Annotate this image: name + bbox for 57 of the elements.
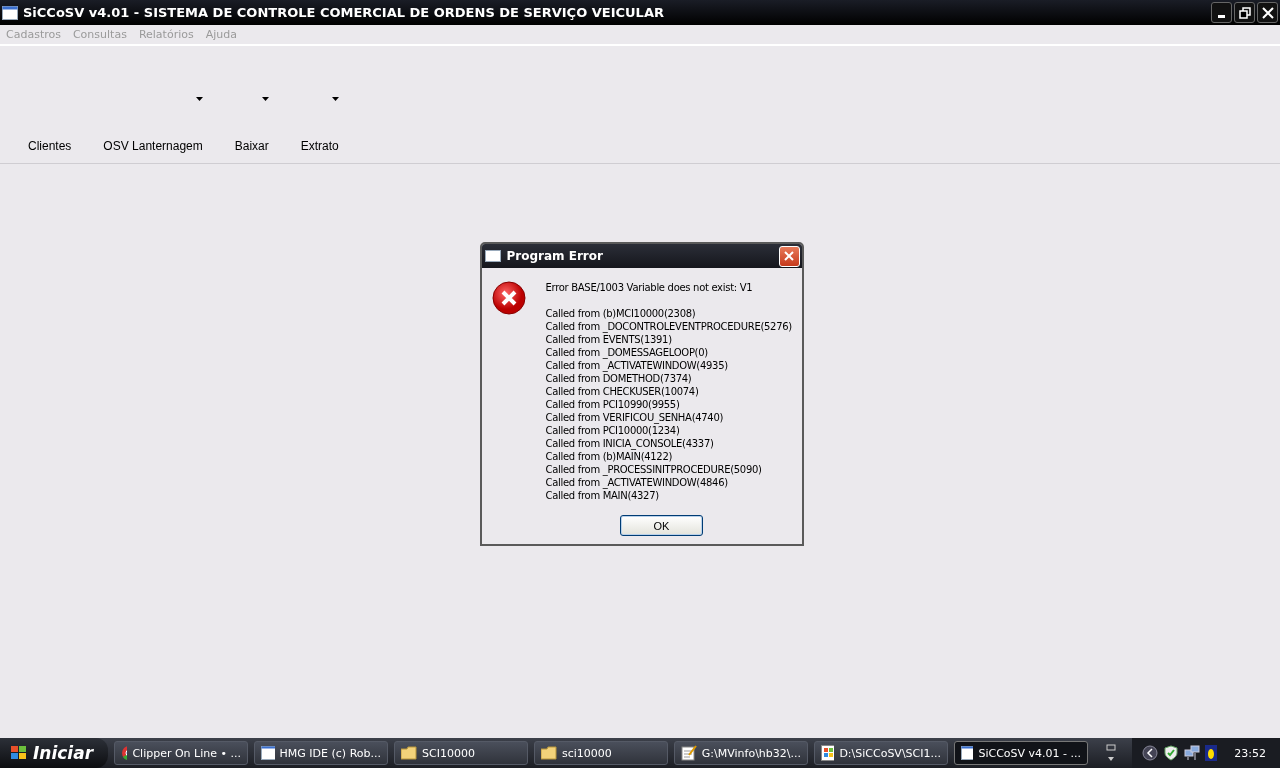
application-icon — [821, 745, 835, 761]
call-stack-line: Called from VERIFICOU_SENHA(4740) — [545, 411, 725, 424]
window-group-icon[interactable] — [1104, 743, 1118, 763]
call-stack-line: Called from MAIN(4327) — [545, 489, 660, 502]
window-icon — [2, 5, 18, 20]
minimize-icon — [1218, 15, 1225, 18]
close-button[interactable] — [1257, 2, 1278, 23]
toolbar-button[interactable]: Extrato — [292, 87, 347, 153]
start-button[interactable]: Iniciar — [0, 738, 108, 768]
chevron-left-icon[interactable] — [1142, 745, 1159, 761]
clock: 23:52 — [1234, 746, 1266, 760]
toolbar-button[interactable]: OSV Lanternagem — [95, 87, 211, 153]
taskbar-button[interactable]: G:\MVinfo\hb32\... — [674, 741, 808, 765]
folder-icon — [541, 746, 557, 760]
dropdown-arrow-icon — [331, 97, 339, 101]
restore-icon — [1238, 6, 1251, 19]
restore-button[interactable] — [1234, 2, 1255, 23]
taskbar-button[interactable]: HMG IDE (c) Rob... — [254, 741, 388, 765]
call-stack-line: Called from _ACTIVATEWINDOW(4846) — [545, 476, 729, 489]
drop-icon[interactable] — [1205, 745, 1218, 761]
windows-logo-icon — [10, 745, 28, 761]
shield-icon[interactable] — [1163, 745, 1180, 761]
error-message: Error BASE/1003 Variable does not exist: V1 — [545, 281, 754, 294]
window-icon — [961, 746, 974, 760]
call-stack-line: Called from PCI10000(1234) — [545, 424, 681, 437]
call-stack-line: Called from PCI10990(9955) — [545, 398, 681, 411]
close-icon — [1261, 6, 1274, 19]
call-stack-line: Called from _DOMESSAGELOOP(0) — [545, 346, 709, 359]
folder-icon — [401, 746, 417, 760]
call-stack-line: Called from EVENTS(1391) — [545, 333, 673, 346]
call-stack-line: Called from (b)MAIN(4122) — [545, 450, 674, 463]
ok-button[interactable]: OK — [620, 515, 703, 536]
network-icon[interactable] — [1184, 745, 1201, 761]
taskbar-button[interactable]: D:\SiCCoSV\SCI1... — [814, 741, 948, 765]
call-stack-line: Called from DOMETHOD(7374) — [545, 372, 693, 385]
call-stack-line: Called from INICIA_CONSOLE(4337) — [545, 437, 715, 450]
error-icon — [491, 281, 526, 315]
close-icon — [784, 251, 794, 261]
call-stack-line: Called from (b)MCI10000(2308) — [545, 307, 697, 320]
window-icon — [484, 250, 501, 262]
minimize-button[interactable] — [1211, 2, 1232, 23]
call-stack-line: Called from _PROCESSINITPROCEDURE(5090) — [545, 463, 763, 476]
dropdown-arrow-icon — [195, 97, 203, 101]
taskbar-button[interactable]: sci10000 — [534, 741, 668, 765]
call-stack-line: Called from CHECKUSER(10074) — [545, 385, 700, 398]
dropdown-arrow-icon — [261, 97, 269, 101]
toolbar-button[interactable]: Clientes — [20, 87, 80, 153]
taskbar-button[interactable]: Clipper On Line • ... — [114, 741, 248, 765]
taskbar-button[interactable]: SCI10000 — [394, 741, 528, 765]
toolbar-button[interactable]: Baixar — [226, 87, 277, 153]
dialog-title: Program Error — [506, 249, 603, 263]
taskbar-button[interactable]: SiCCoSV v4.01 - ... — [954, 741, 1088, 765]
window-icon — [261, 746, 275, 760]
notepad-icon — [681, 745, 697, 761]
window-title: SiCCoSV v4.01 - SISTEMA DE CONTROLE COMERCIAL DE ORDENS DE SERVIÇO VEICULAR — [23, 5, 664, 20]
call-stack-line: Called from _DOCONTROLEVENTPROCEDURE(5276) — [545, 320, 792, 333]
call-stack-line: Called from _ACTIVATEWINDOW(4935) — [545, 359, 729, 372]
